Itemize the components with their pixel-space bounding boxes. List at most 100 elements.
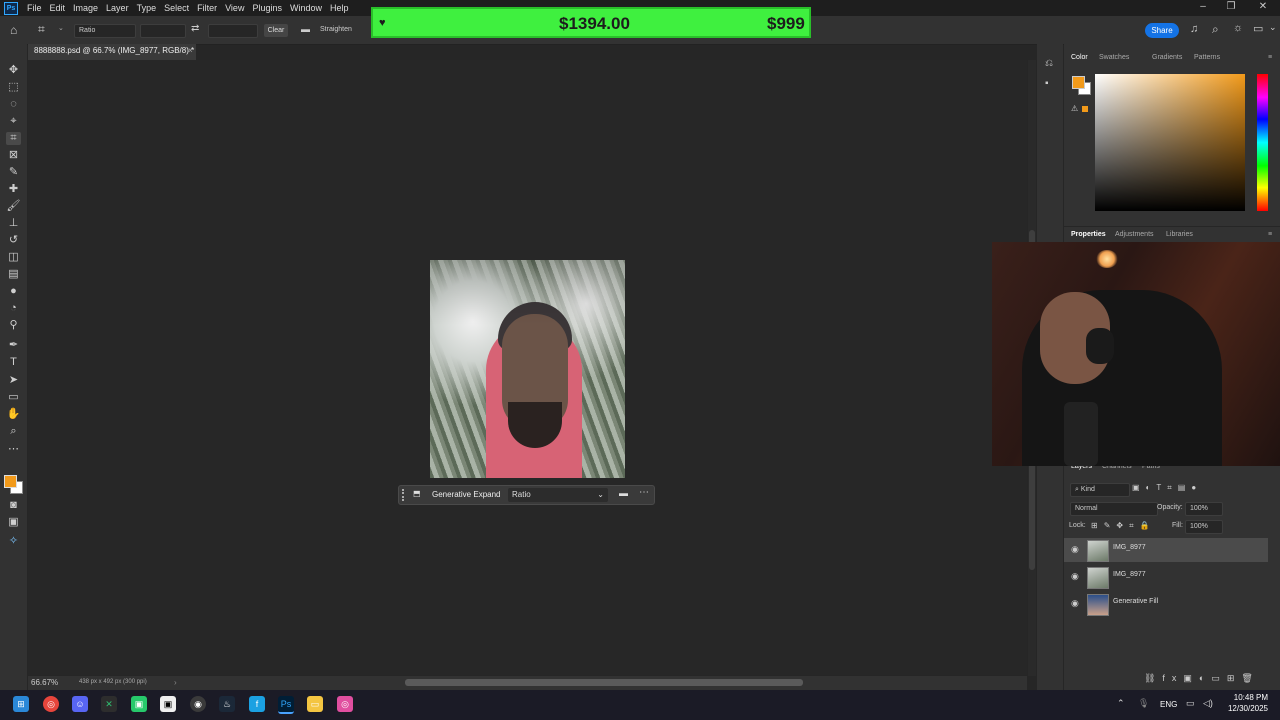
- eraser-tool-icon[interactable]: ◫: [6, 251, 21, 264]
- status-chevron-icon[interactable]: ›: [174, 678, 177, 687]
- marquee-tool-icon[interactable]: ⬚: [6, 81, 21, 94]
- swap-icon[interactable]: ⇄: [191, 23, 199, 34]
- color-picker-field[interactable]: [1095, 74, 1245, 211]
- lock-icons[interactable]: ⊞✎✥⌗🔒: [1091, 521, 1156, 531]
- horizontal-scroll-thumb[interactable]: [405, 679, 803, 686]
- zoom-level[interactable]: 66.67%: [31, 678, 58, 687]
- blend-mode-select[interactable]: Normal: [1070, 502, 1158, 516]
- layer-action-icons[interactable]: ⛓fx▣◐▭⊞🗑: [1144, 673, 1260, 684]
- workspace-chevron-icon[interactable]: ⌄: [1269, 22, 1277, 33]
- gamut-swatch[interactable]: [1082, 106, 1088, 112]
- visibility-eye-icon[interactable]: ◉: [1071, 544, 1079, 555]
- ratio-select[interactable]: Ratio: [74, 24, 136, 38]
- file-explorer-icon[interactable]: ▭: [307, 696, 323, 712]
- eyedropper-tool-icon[interactable]: ✎: [6, 166, 21, 179]
- chrome-icon[interactable]: ◎: [43, 696, 59, 712]
- hue-slider[interactable]: [1257, 74, 1268, 211]
- path-select-tool-icon[interactable]: ➤: [6, 374, 21, 387]
- clock[interactable]: 10:48 PM 12/30/2025: [1226, 692, 1268, 714]
- quick-mask-icon[interactable]: ◙: [6, 499, 21, 512]
- smudge-tool-icon[interactable]: ⚲: [6, 319, 21, 332]
- more-tools-icon[interactable]: ⋯: [6, 443, 21, 456]
- workspace-icon[interactable]: ▭: [1253, 22, 1263, 35]
- document-image[interactable]: [430, 260, 625, 478]
- menu-help[interactable]: Help: [326, 1, 353, 15]
- network-icon[interactable]: ▭: [1186, 698, 1195, 709]
- menu-file[interactable]: File: [23, 1, 46, 15]
- menu-image[interactable]: Image: [69, 1, 102, 15]
- tab-libraries[interactable]: Libraries: [1166, 231, 1193, 238]
- maximize-icon[interactable]: ❐: [1220, 1, 1242, 13]
- menu-window[interactable]: Window: [286, 1, 326, 15]
- brush-tool-icon[interactable]: 🖌: [6, 200, 21, 213]
- tab-properties[interactable]: Properties: [1071, 231, 1106, 238]
- tray-chevron-icon[interactable]: ⌃: [1117, 698, 1125, 709]
- comments-icon[interactable]: ▪: [1045, 78, 1049, 89]
- ratio-dropdown[interactable]: Ratio ⌄: [508, 488, 608, 502]
- color-foreground-swatch[interactable]: [1072, 76, 1085, 89]
- tab-swatches[interactable]: Swatches: [1099, 54, 1129, 61]
- rectangle-tool-icon[interactable]: ▭: [6, 391, 21, 404]
- search-icon[interactable]: ⌕: [1212, 22, 1219, 37]
- app-icon[interactable]: ▣: [131, 696, 147, 712]
- layer-row[interactable]: ◉ IMG_8977: [1064, 538, 1268, 562]
- zoom-tool-icon[interactable]: ⌕: [6, 425, 21, 438]
- hand-tool-icon[interactable]: ✋: [6, 408, 21, 421]
- visibility-eye-icon[interactable]: ◉: [1071, 571, 1079, 582]
- blur-tool-icon[interactable]: ●: [6, 285, 21, 298]
- tab-adjustments[interactable]: Adjustments: [1115, 231, 1154, 238]
- menu-type[interactable]: Type: [133, 1, 161, 15]
- straighten-icon[interactable]: ▬: [619, 488, 628, 498]
- history-icon[interactable]: ⎌: [1045, 58, 1053, 69]
- height-field[interactable]: [208, 24, 258, 38]
- capcut-icon[interactable]: ▣: [160, 696, 176, 712]
- menu-layer[interactable]: Layer: [102, 1, 133, 15]
- tab-gradients[interactable]: Gradients: [1152, 54, 1182, 61]
- document-tab[interactable]: 8888888.psd @ 66.7% (IMG_8977, RGB/8) * …: [28, 44, 196, 60]
- fill-field[interactable]: 100%: [1185, 520, 1223, 534]
- drag-handle-icon[interactable]: [402, 489, 407, 501]
- volume-icon[interactable]: ◁): [1203, 698, 1213, 709]
- menu-edit[interactable]: Edit: [46, 1, 70, 15]
- layer-filter-icons[interactable]: ▣◐T⌗▤●: [1132, 483, 1202, 493]
- tray-mic-icon[interactable]: 🎙: [1138, 698, 1149, 709]
- crop-tool-icon[interactable]: ⌗: [6, 132, 21, 145]
- bell-icon[interactable]: ♫: [1190, 23, 1198, 35]
- panel-menu-icon[interactable]: ≡: [1268, 54, 1272, 61]
- menu-filter[interactable]: Filter: [193, 1, 221, 15]
- menu-plugins[interactable]: Plugins: [248, 1, 286, 15]
- document-info[interactable]: 438 px x 492 px (300 ppi): [79, 679, 147, 685]
- frame-tool-icon[interactable]: ⊠: [6, 149, 21, 162]
- object-select-tool-icon[interactable]: ⌖: [6, 115, 21, 128]
- clone-stamp-tool-icon[interactable]: ⊥: [6, 217, 21, 230]
- width-field[interactable]: [140, 24, 186, 38]
- dodge-tool-icon[interactable]: ◔: [6, 302, 21, 315]
- menu-select[interactable]: Select: [160, 1, 193, 15]
- minimize-icon[interactable]: –: [1192, 1, 1214, 13]
- tab-patterns[interactable]: Patterns: [1194, 54, 1220, 61]
- layer-row[interactable]: ◉ Generative Fill: [1064, 592, 1268, 616]
- discord-icon[interactable]: ☺: [72, 696, 88, 712]
- more-options-icon[interactable]: ⋯: [639, 487, 649, 498]
- healing-brush-tool-icon[interactable]: ✚: [6, 183, 21, 196]
- windows-start-icon[interactable]: ⊞: [13, 696, 29, 712]
- move-tool-icon[interactable]: ✥: [6, 64, 21, 77]
- straighten-label[interactable]: Straighten: [320, 26, 352, 33]
- chevron-down-icon[interactable]: ⌄: [58, 24, 64, 32]
- photoshop-taskbar-icon[interactable]: Ps: [278, 696, 294, 714]
- layer-filter-select[interactable]: ⌕ Kind: [1070, 483, 1130, 497]
- foreground-color-swatch[interactable]: [4, 475, 17, 488]
- crop-tool-icon[interactable]: ⌗: [38, 22, 45, 37]
- steam-icon[interactable]: ♨: [219, 696, 235, 712]
- clear-button[interactable]: Clear: [264, 24, 288, 37]
- input-language[interactable]: ENG: [1160, 700, 1177, 709]
- type-tool-icon[interactable]: T: [6, 356, 21, 369]
- visibility-eye-icon[interactable]: ◉: [1071, 598, 1079, 609]
- gradient-tool-icon[interactable]: ▤: [6, 268, 21, 281]
- layer-row[interactable]: ◉ IMG_8977: [1064, 565, 1268, 589]
- straighten-icon[interactable]: ▬: [301, 24, 310, 34]
- pen-tool-icon[interactable]: ✒: [6, 339, 21, 352]
- obs-icon[interactable]: ◉: [190, 696, 206, 712]
- close-icon[interactable]: ✕: [1252, 1, 1274, 13]
- lightbulb-icon[interactable]: ☼: [1233, 22, 1243, 34]
